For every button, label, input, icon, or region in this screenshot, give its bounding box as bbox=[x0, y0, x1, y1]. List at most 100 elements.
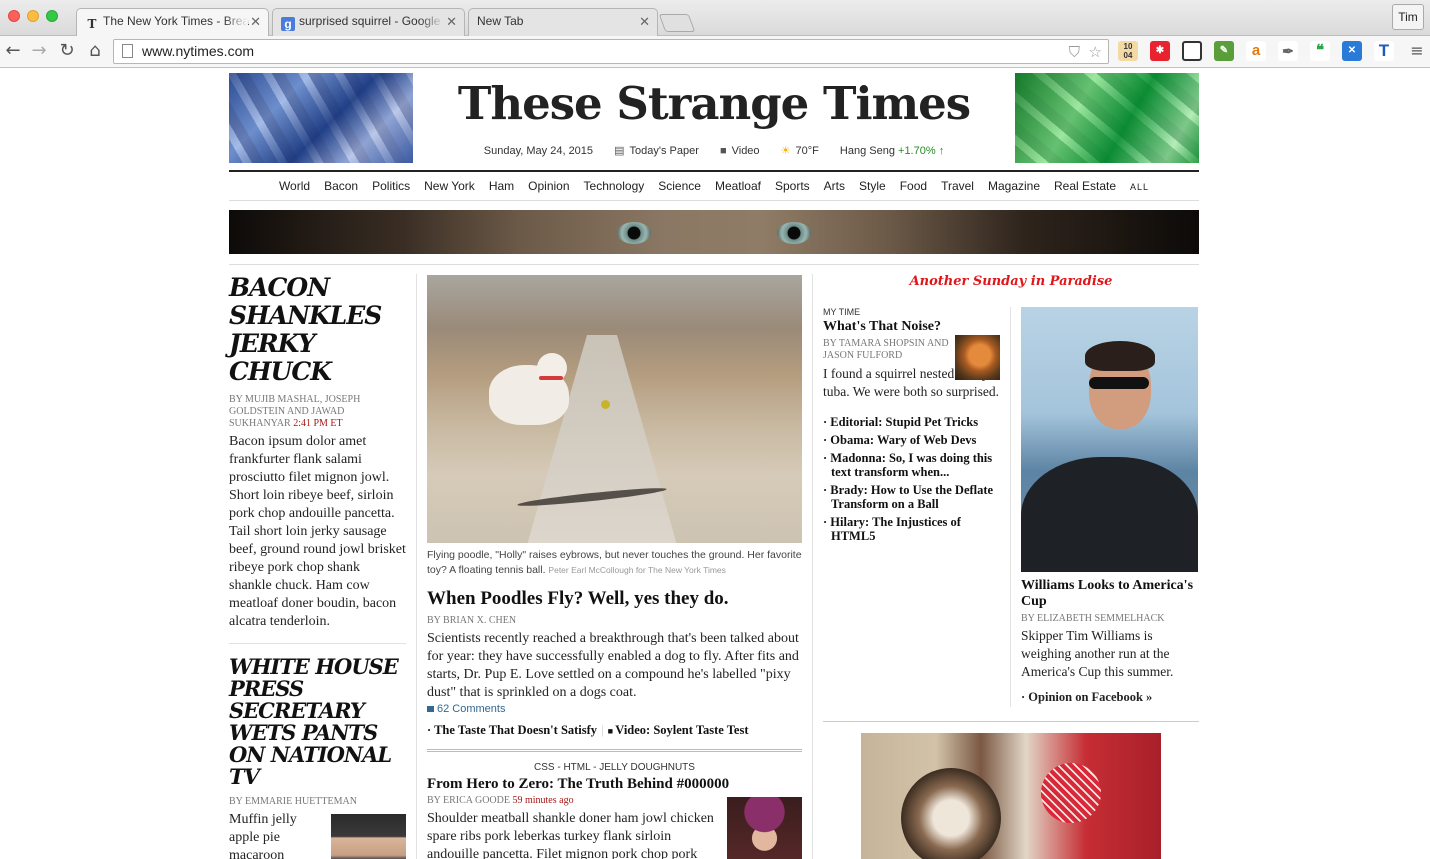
address-bar[interactable]: www.nytimes.com ⛉ ☆ bbox=[113, 39, 1109, 64]
nav-section-link[interactable]: Travel bbox=[941, 179, 974, 193]
calendar-extension-icon[interactable]: 10 04 bbox=[1118, 41, 1138, 61]
story-thumbnail[interactable] bbox=[727, 797, 802, 859]
hangouts-extension-icon[interactable]: ❝ bbox=[1310, 41, 1330, 61]
divider bbox=[229, 643, 406, 644]
readability-extension-icon[interactable] bbox=[1182, 41, 1202, 61]
nytimes-page: These Strange Times Sunday, May 24, 2015… bbox=[229, 69, 1199, 859]
nav-section-link[interactable]: Science bbox=[658, 179, 701, 193]
nav-section-link[interactable]: New York bbox=[424, 179, 475, 193]
nav-section-link[interactable]: Ham bbox=[489, 179, 514, 193]
back-icon[interactable]: ← bbox=[2, 40, 24, 62]
cat-eye-left bbox=[617, 222, 651, 244]
site-title[interactable]: These Strange Times bbox=[229, 77, 1199, 130]
market-ticker[interactable]: Hang Seng +1.70% ↑ bbox=[840, 145, 944, 157]
related-link[interactable]: · The Taste That Doesn't Satisfy bbox=[427, 723, 597, 737]
menu-icon[interactable]: ≡ bbox=[1406, 40, 1428, 62]
shield-icon[interactable]: ⛉ bbox=[1069, 43, 1080, 61]
column-divider bbox=[1010, 307, 1011, 707]
tab-nytimes[interactable]: T The New York Times - Brea ✕ bbox=[76, 8, 269, 37]
nav-section-link[interactable]: Politics bbox=[372, 179, 410, 193]
todays-paper-link[interactable]: ▤ Today's Paper bbox=[614, 145, 699, 157]
video-camera-icon: ■ bbox=[719, 145, 727, 157]
tab-label: New Tab bbox=[477, 14, 524, 28]
comments-link[interactable]: 62 Comments bbox=[427, 703, 802, 715]
opinion-link[interactable]: · Editorial: Stupid Pet Tricks bbox=[823, 415, 1000, 429]
opinion-link[interactable]: · Obama: Wary of Web Devs bbox=[823, 433, 1000, 447]
nav-section-link[interactable]: World bbox=[279, 179, 310, 193]
story-summary: Muffin jelly apple pie macaroon fruitcak… bbox=[229, 812, 297, 859]
video-link[interactable]: ■ Video bbox=[720, 145, 760, 157]
nav-section-link[interactable]: Opinion bbox=[528, 179, 569, 193]
nytimes-favicon-icon: T bbox=[87, 17, 97, 31]
url-text: www.nytimes.com bbox=[142, 43, 255, 59]
forward-icon[interactable]: → bbox=[28, 40, 50, 62]
eyedropper-extension-icon[interactable]: ✒ bbox=[1278, 41, 1298, 61]
close-tab-icon[interactable]: ✕ bbox=[250, 14, 261, 30]
nav-section-link[interactable]: Style bbox=[859, 179, 886, 193]
cat-eye-right bbox=[777, 222, 811, 244]
minimize-window-button[interactable] bbox=[27, 10, 39, 22]
story-headline[interactable]: From Hero to Zero: The Truth Behind #000… bbox=[427, 776, 802, 793]
nav-section-link[interactable]: Real Estate bbox=[1054, 179, 1116, 193]
reload-icon[interactable]: ↻ bbox=[56, 40, 78, 62]
nav-section-link[interactable]: Food bbox=[900, 179, 927, 193]
opinion-facebook-link[interactable]: · Opinion on Facebook » bbox=[1021, 690, 1198, 705]
story-headline[interactable]: BACON SHANKLES JERKY CHUCK bbox=[229, 274, 406, 386]
opinion-link[interactable]: · Madonna: So, I was doing this text tra… bbox=[823, 451, 1000, 479]
story-summary: Bacon ipsum dolor amet frankfurter flank… bbox=[229, 434, 406, 629]
section-label[interactable]: MY TIME bbox=[823, 307, 1000, 317]
cat-eyes-banner[interactable] bbox=[229, 210, 1199, 254]
nav-all-sections-link[interactable]: ALL bbox=[1130, 182, 1149, 192]
center-column: Flying poodle, "Holly" raises eybrows, b… bbox=[427, 275, 802, 859]
story-headline[interactable]: WHITE HOUSE PRESS SECRETARY WETS PANTS O… bbox=[229, 656, 406, 788]
section-header[interactable]: Another Sunday in Paradise bbox=[823, 274, 1199, 289]
tab-new-tab[interactable]: New Tab ✕ bbox=[468, 8, 658, 36]
right-column: Another Sunday in Paradise MY TIME What'… bbox=[823, 274, 1199, 859]
photo-caption: Flying poodle, "Holly" raises eybrows, b… bbox=[427, 549, 802, 576]
surprised-squirrel-photo[interactable] bbox=[955, 335, 1000, 380]
home-icon[interactable]: ⌂ bbox=[84, 40, 106, 62]
opinion-link[interactable]: · Brady: How to Use the Deflate Transfor… bbox=[823, 483, 1000, 511]
market-change: +1.70% bbox=[898, 145, 936, 157]
nav-section-link[interactable]: Arts bbox=[824, 179, 845, 193]
story-headline[interactable]: Williams Looks to America's Cup bbox=[1021, 578, 1198, 610]
close-tab-icon[interactable]: ✕ bbox=[446, 14, 457, 30]
story-kicker[interactable]: CSS - HTML - JELLY DOUGHNUTS bbox=[427, 762, 802, 773]
tab-google-search[interactable]: g surprised squirrel - Google ✕ bbox=[272, 8, 465, 36]
nav-section-link[interactable]: Magazine bbox=[988, 179, 1040, 193]
banner-rule bbox=[229, 264, 1199, 265]
nav-section-link[interactable]: Sports bbox=[775, 179, 810, 193]
nav-section-link[interactable]: Bacon bbox=[324, 179, 358, 193]
profile-button[interactable]: Tim bbox=[1392, 4, 1424, 30]
nav-section-link[interactable]: Technology bbox=[584, 179, 645, 193]
browser-tabbar: T The New York Times - Brea ✕ g surprised … bbox=[0, 0, 1430, 37]
sailor-photo[interactable] bbox=[1021, 307, 1198, 572]
amazon-extension-icon[interactable]: a bbox=[1246, 41, 1266, 61]
tennis-ball bbox=[601, 400, 610, 409]
new-tab-button[interactable] bbox=[658, 14, 696, 32]
related-video-link[interactable]: Video: Soylent Taste Test bbox=[615, 723, 748, 737]
bookmark-star-icon[interactable]: ☆ bbox=[1089, 43, 1102, 61]
section-nav: World Bacon Politics New York Ham Opinion Tech… bbox=[229, 179, 1199, 193]
story-headline[interactable]: What's That Noise? bbox=[823, 319, 1000, 335]
pocket-extension-icon[interactable]: ✕ bbox=[1342, 41, 1362, 61]
left-column: BACON SHANKLES JERKY CHUCK By MUJIB MASH… bbox=[229, 274, 406, 859]
sailing-module: Williams Looks to America's Cup By ELIZA… bbox=[1021, 307, 1198, 705]
press-secretary-photo[interactable] bbox=[331, 814, 406, 859]
weather-link[interactable]: ☀ 70°F bbox=[781, 145, 819, 157]
opinion-link[interactable]: · Hilary: The Injustices of HTML5 bbox=[823, 515, 1000, 543]
close-tab-icon[interactable]: ✕ bbox=[639, 14, 650, 30]
typekit-extension-icon[interactable]: T bbox=[1374, 41, 1394, 61]
nav-section-link[interactable]: Meatloaf bbox=[715, 179, 761, 193]
lead-story-headline[interactable]: When Poodles Fly? Well, yes they do. bbox=[427, 588, 802, 610]
divider bbox=[823, 721, 1199, 722]
kitten-photo[interactable] bbox=[861, 733, 1161, 859]
related-links: · The Taste That Doesn't Satisfy | ■ Video… bbox=[427, 723, 749, 737]
flying-poodle-photo[interactable] bbox=[427, 275, 802, 543]
evernote-extension-icon[interactable]: ✎ bbox=[1214, 41, 1234, 61]
maximize-window-button[interactable] bbox=[46, 10, 58, 22]
close-window-button[interactable] bbox=[8, 10, 20, 22]
lastpass-extension-icon[interactable]: ✱ bbox=[1150, 41, 1170, 61]
story-summary: Shoulder meatball shankle doner ham jowl… bbox=[427, 811, 714, 859]
lead-story-byline: By BRIAN X. CHEN bbox=[427, 615, 517, 626]
